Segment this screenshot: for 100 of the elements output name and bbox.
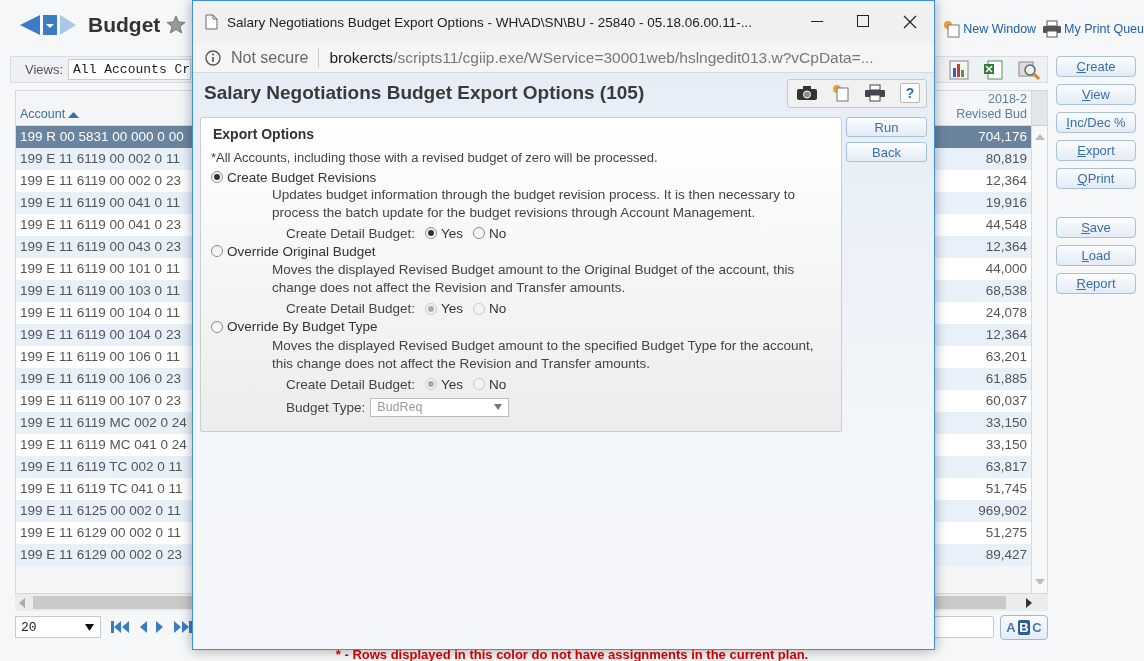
table-cell-text: 199 E 11 6119 00 107 0 23 (19, 392, 182, 410)
action-button[interactable]: Report (1056, 273, 1136, 294)
radio-button[interactable]: Override By Budget Type (211, 319, 378, 334)
page-size-select[interactable]: 20 (15, 616, 101, 638)
print-preview-icon[interactable] (1017, 58, 1041, 81)
table-cell-text: 199 E 11 6119 00 041 0 23 (19, 216, 182, 234)
table-cell-text: 199 E 11 6119 MC 041 0 24 (19, 436, 188, 454)
table-cell-text: 199 R 00 5831 00 000 0 00 (19, 128, 185, 146)
table-cell-text: 199 E 11 6119 00 002 0 11 (19, 150, 181, 168)
table-cell-text: 199 E 11 6129 00 002 0 11 (19, 524, 182, 542)
spreadsheet-icon[interactable] (983, 59, 1003, 80)
document-icon (205, 14, 218, 30)
radio-button[interactable]: Override Original Budget (211, 243, 376, 259)
action-button[interactable]: Inc/Dec % (1056, 112, 1136, 133)
table-cell-text: 44,000 (984, 260, 1028, 278)
printer-icon[interactable] (864, 84, 886, 102)
table-cell-text: 199 E 11 6119 00 002 0 23 (19, 172, 182, 190)
action-button[interactable]: Save (1056, 217, 1136, 238)
scroll-right-icon[interactable] (1026, 597, 1032, 608)
views-field[interactable]: All Accounts Cr (68, 59, 192, 80)
star-icon[interactable] (166, 15, 187, 35)
next-page-icon[interactable] (155, 620, 165, 634)
table-cell-text: 89,427 (984, 546, 1028, 564)
info-icon[interactable] (205, 49, 221, 66)
table-cell-text: 12,364 (984, 238, 1028, 256)
action-button[interactable]: QPrint (1056, 168, 1136, 189)
table-cell-text: 60,037 (984, 392, 1028, 410)
back-arrow-icon[interactable] (18, 13, 42, 37)
column-header[interactable]: 2018-2 Revised Bud (956, 92, 1027, 122)
radio-button[interactable]: No (473, 225, 507, 241)
close-icon[interactable] (903, 15, 917, 29)
last-page-icon[interactable] (172, 620, 192, 634)
budget-type-select: BudReq (370, 397, 510, 417)
table-cell-text: 80,819 (984, 150, 1028, 168)
column-header[interactable]: Account (20, 107, 80, 122)
caret-down-icon (85, 623, 94, 631)
action-button[interactable]: Export (1056, 140, 1136, 161)
info-note: *All Accounts, including those with a revised budget of zero will be processed. (211, 150, 659, 165)
address-url[interactable]: brokercts/scripts11/cgiip.exe/WService=30001web/hslngedit013.w?vCpData=... (329, 48, 874, 67)
table-cell-text: 199 E 11 6119 00 104 0 23 (19, 326, 182, 344)
dialog-button[interactable]: Run (846, 117, 927, 137)
field-label: Create Detail Budget: (286, 376, 416, 392)
table-cell-text: 199 E 11 6119 00 106 0 11 (19, 348, 181, 366)
action-button[interactable]: Load (1056, 245, 1136, 266)
dropdown-icon[interactable] (42, 13, 58, 37)
field-label: Budget Type: (286, 399, 366, 415)
header-link[interactable]: My Print Queu (1042, 20, 1144, 38)
radio-button: No (473, 376, 507, 392)
previous-page-icon[interactable] (138, 620, 148, 634)
table-cell-text: 199 E 11 6119 00 106 0 23 (19, 370, 182, 388)
option-description: Moves the displayed Revised Budget amount to the specified Budget Type for the account, this change does not affect the Revision and Transfer amounts. (272, 336, 815, 373)
action-button[interactable]: View (1056, 84, 1136, 105)
table-cell-text: 199 E 11 6119 00 101 0 11 (19, 260, 181, 278)
table-cell-text: 199 E 11 6119 MC 002 0 24 (19, 414, 188, 432)
option-description: Updates budget information through the budget revision process. It is then necessary to process the batch update for the budget revisions through Account Management. (272, 185, 797, 222)
section-title: Export Options (213, 126, 316, 142)
table-cell-text: 68,538 (984, 282, 1028, 300)
table-cell-text: 12,364 (984, 326, 1028, 344)
table-cell-text: 199 E 11 6119 TC 041 0 11 (19, 480, 184, 498)
header-link[interactable]: New Window (943, 20, 1037, 38)
table-cell-text: 51,745 (984, 480, 1028, 498)
bar-chart-icon[interactable] (949, 59, 969, 80)
security-label: Not secure (231, 48, 309, 67)
first-page-icon[interactable] (111, 620, 131, 634)
table-cell-text: 12,364 (984, 172, 1028, 190)
table-cell-text: 199 E 11 6119 TC 002 0 11 (19, 458, 184, 476)
alphabet-button[interactable]: A B C (1000, 614, 1048, 640)
maximize-icon[interactable] (857, 15, 869, 27)
camera-icon[interactable] (796, 85, 818, 101)
table-cell-text: 33,150 (984, 436, 1028, 454)
option-description: Moves the displayed Revised Budget amount to the Original Budget of the account, this change does not affect the Revision and Transfer amounts. (272, 261, 796, 297)
new-window-icon (943, 20, 962, 38)
table-cell-text: 199 E 11 6119 00 104 0 11 (19, 304, 181, 322)
table-cell-text: 199 E 11 6129 00 002 0 23 (19, 546, 183, 564)
page-title: Budget (88, 13, 161, 37)
table-cell-text: 969,902 (977, 502, 1028, 520)
radio-button: Yes (425, 301, 464, 316)
field-label: Create Detail Budget: (286, 225, 416, 241)
table-cell-text: 199 E 11 6119 00 043 0 23 (19, 238, 182, 256)
table-cell-text: 199 E 11 6125 00 002 0 11 (19, 502, 182, 520)
printer-icon (1042, 20, 1063, 38)
table-cell-text: 199 E 11 6119 00 103 0 11 (19, 282, 181, 300)
radio-button[interactable]: Create Budget Revisions (211, 169, 377, 185)
table-cell-text: 19,916 (984, 194, 1028, 212)
legend-note: * - Rows displayed in this color do not have assignments in the current plan. (335, 647, 809, 661)
help-button[interactable]: ? (900, 83, 920, 103)
views-label: Views: (25, 62, 64, 77)
dialog-heading: Salary Negotiations Budget Export Options (105) (204, 82, 645, 104)
dialog-button[interactable]: Back (846, 142, 927, 162)
window-title: Salary Negotiations Budget Export Options - WH\AD\SN\BU - 25840 - 05.18.06.00.11-... (227, 14, 752, 30)
table-cell-text: 44,548 (984, 216, 1028, 234)
field-label: Create Detail Budget: (286, 301, 416, 316)
table-cell-text: 51,275 (984, 524, 1028, 542)
new-document-icon[interactable] (832, 84, 850, 102)
action-button[interactable]: Create (1056, 56, 1136, 77)
caret-down-icon (494, 404, 503, 410)
table-cell-text: 63,817 (984, 458, 1028, 476)
radio-button[interactable]: Yes (425, 225, 464, 241)
table-cell-text: 63,201 (984, 348, 1028, 366)
table-cell-text: 199 E 11 6119 00 041 0 11 (19, 194, 181, 212)
